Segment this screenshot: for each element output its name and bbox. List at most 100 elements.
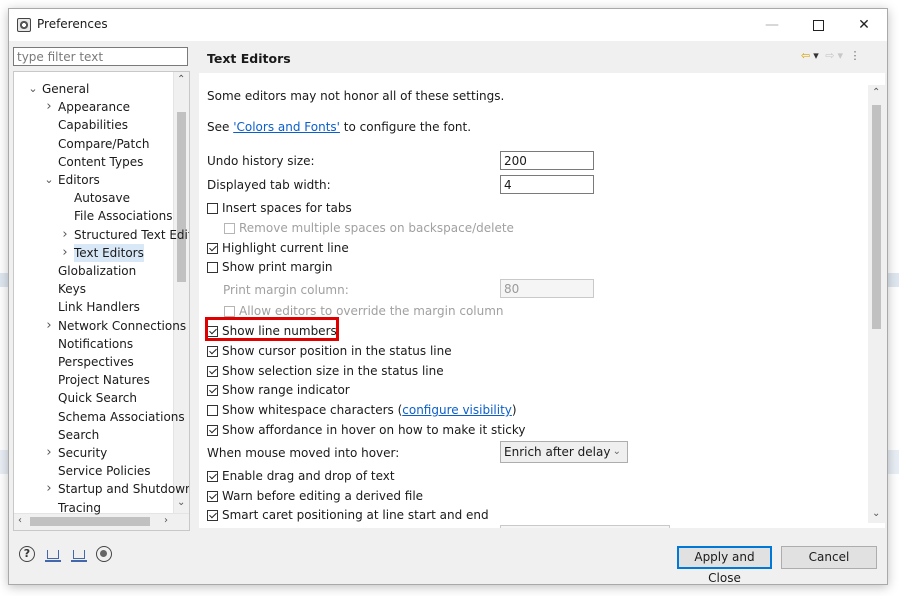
tree-item-text-editors[interactable]: › Text Editors bbox=[62, 243, 144, 262]
cancel-button[interactable]: Cancel bbox=[781, 546, 877, 569]
hover-select[interactable]: Enrich after delay ⌄ bbox=[500, 441, 628, 463]
selection-size-option[interactable]: Show selection size in the status line bbox=[207, 363, 444, 379]
tree-item-structured-text-edit[interactable]: › Structured Text Edit bbox=[62, 226, 189, 244]
tree-horizontal-scrollbar[interactable]: ‹ › bbox=[14, 513, 189, 530]
import-icon[interactable] bbox=[44, 546, 61, 562]
tree-item-editors[interactable]: ⌄ Editors bbox=[44, 171, 100, 189]
tree-item-quick-search[interactable]: Quick Search bbox=[58, 389, 137, 407]
smart-caret-option[interactable]: Smart caret positioning at line start an… bbox=[207, 507, 489, 523]
tree-item-label: Startup and Shutdown bbox=[58, 482, 190, 497]
tree-item-project-natures[interactable]: Project Natures bbox=[58, 371, 150, 389]
tree-item-autosave[interactable]: Autosave bbox=[74, 189, 130, 207]
tree-item-perspectives[interactable]: Perspectives bbox=[58, 353, 134, 371]
insert-spaces-option[interactable]: Insert spaces for tabs bbox=[207, 200, 352, 216]
forward-arrow-icon[interactable]: ⇨ bbox=[825, 49, 834, 62]
scroll-left-icon[interactable]: ‹ bbox=[18, 515, 22, 526]
highlight-line-option[interactable]: Highlight current line bbox=[207, 240, 349, 256]
highlight-line-checkbox[interactable] bbox=[207, 243, 218, 254]
close-button[interactable]: ✕ bbox=[841, 9, 887, 41]
whitespace-label-suffix: ) bbox=[511, 403, 517, 417]
tree-item-label: Security bbox=[58, 446, 108, 460]
tree-item-content-types[interactable]: Content Types bbox=[58, 153, 143, 171]
page-vertical-scrollbar[interactable]: ⌃ ⌄ bbox=[868, 85, 885, 523]
cursor-position-option[interactable]: Show cursor position in the status line bbox=[207, 343, 452, 359]
affordance-option[interactable]: Show affordance in hover on how to make … bbox=[207, 422, 526, 438]
warn-derived-checkbox[interactable] bbox=[207, 491, 218, 502]
selection-size-checkbox[interactable] bbox=[207, 366, 218, 377]
tree-item-network-connections[interactable]: › Network Connections bbox=[46, 317, 187, 335]
tree-item-label: Quick Search bbox=[58, 391, 137, 406]
smart-caret-label: Smart caret positioning at line start an… bbox=[222, 508, 489, 522]
print-margin-label: Show print margin bbox=[222, 260, 333, 274]
colors-and-fonts-link[interactable]: 'Colors and Fonts' bbox=[233, 120, 340, 134]
tree-item-label: Network Connections bbox=[58, 318, 187, 333]
page-scroll-thumb[interactable] bbox=[872, 105, 881, 329]
minimize-button[interactable]: — bbox=[749, 9, 795, 41]
drag-drop-option[interactable]: Enable drag and drop of text bbox=[207, 468, 395, 484]
warn-derived-option[interactable]: Warn before editing a derived file bbox=[207, 488, 423, 504]
tree-item-label: Editors bbox=[58, 173, 100, 187]
scroll-right-icon[interactable]: › bbox=[164, 515, 168, 526]
scroll-up-icon[interactable]: ⌃ bbox=[177, 74, 185, 85]
range-indicator-checkbox[interactable] bbox=[207, 385, 218, 396]
tree-item-keys[interactable]: Keys bbox=[58, 280, 86, 298]
tree-item-capabilities[interactable]: Capabilities bbox=[58, 116, 128, 134]
filter-input[interactable] bbox=[13, 47, 188, 66]
tree-item-search[interactable]: Search bbox=[58, 426, 99, 444]
export-icon[interactable] bbox=[70, 546, 87, 562]
tree-item-appearance[interactable]: › Appearance bbox=[46, 98, 130, 116]
tree-item-compare-patch[interactable]: Compare/Patch bbox=[58, 135, 149, 153]
scroll-down-icon[interactable]: ⌄ bbox=[872, 508, 880, 519]
remove-spaces-option: Remove multiple spaces on backspace/dele… bbox=[224, 220, 514, 236]
record-icon[interactable] bbox=[96, 546, 113, 562]
background-strip bbox=[887, 273, 899, 287]
tree-item-link-handlers[interactable]: Link Handlers bbox=[58, 298, 140, 316]
undo-history-input[interactable] bbox=[500, 151, 594, 170]
tree-item-security[interactable]: › Security bbox=[46, 444, 108, 462]
scroll-up-icon[interactable]: ⌃ bbox=[872, 87, 880, 98]
collapse-chevron-icon[interactable]: › bbox=[44, 444, 54, 462]
whitespace-checkbox[interactable] bbox=[207, 405, 218, 416]
tree-item-notifications[interactable]: Notifications bbox=[58, 335, 133, 353]
tree-item-service-policies[interactable]: Service Policies bbox=[58, 462, 151, 480]
configure-visibility-link[interactable]: configure visibility bbox=[402, 403, 512, 417]
cursor-position-checkbox[interactable] bbox=[207, 346, 218, 357]
collapse-chevron-icon[interactable]: › bbox=[44, 480, 54, 498]
tree-item-label: Search bbox=[58, 427, 100, 442]
collapse-chevron-icon[interactable]: › bbox=[44, 98, 54, 116]
tree-item-file-associations[interactable]: File Associations bbox=[74, 207, 172, 225]
whitespace-option[interactable]: Show whitespace characters (configure vi… bbox=[207, 402, 517, 418]
scroll-down-icon[interactable]: ⌄ bbox=[177, 497, 185, 508]
tree-item-label: Project Natures bbox=[58, 373, 150, 388]
back-arrow-icon[interactable]: ⇦ bbox=[801, 49, 810, 62]
expand-chevron-icon[interactable]: ⌄ bbox=[44, 171, 54, 189]
insert-spaces-checkbox[interactable] bbox=[207, 203, 218, 214]
forward-dropdown-icon[interactable]: ▾ bbox=[837, 49, 843, 62]
font-hint-suffix: to configure the font. bbox=[339, 120, 472, 134]
tree-item-tracing[interactable]: Tracing bbox=[58, 499, 101, 517]
drag-drop-checkbox[interactable] bbox=[207, 471, 218, 482]
print-margin-option[interactable]: Show print margin bbox=[207, 259, 333, 275]
apply-and-close-button[interactable]: Apply and Close bbox=[677, 546, 772, 585]
collapse-chevron-icon[interactable]: › bbox=[60, 244, 70, 262]
tree-item-startup-and-shutdown[interactable]: › Startup and Shutdown bbox=[46, 480, 190, 498]
back-dropdown-icon[interactable]: ▾ bbox=[813, 49, 819, 62]
collapse-chevron-icon[interactable]: › bbox=[44, 317, 54, 335]
tree-item-label: Text Editors bbox=[74, 245, 144, 260]
tree-item-globalization[interactable]: Globalization bbox=[58, 262, 136, 280]
tree-vertical-scrollbar[interactable]: ⌃ ⌄ bbox=[173, 72, 189, 514]
view-menu-icon[interactable]: ⋮ bbox=[850, 49, 861, 62]
smart-caret-checkbox[interactable] bbox=[207, 510, 218, 521]
maximize-button[interactable] bbox=[795, 9, 841, 41]
collapse-chevron-icon[interactable]: › bbox=[60, 226, 70, 244]
affordance-checkbox[interactable] bbox=[207, 425, 218, 436]
tab-width-input[interactable] bbox=[500, 175, 594, 194]
tree-item-general[interactable]: ⌄ General bbox=[28, 80, 89, 98]
print-margin-checkbox[interactable] bbox=[207, 262, 218, 273]
tree-item-schema-associations[interactable]: Schema Associations bbox=[58, 408, 185, 426]
expand-chevron-icon[interactable]: ⌄ bbox=[28, 80, 38, 98]
range-indicator-option[interactable]: Show range indicator bbox=[207, 382, 350, 398]
help-icon[interactable]: ? bbox=[19, 546, 35, 562]
tree-scroll-thumb[interactable] bbox=[177, 112, 186, 282]
tree-hscroll-thumb[interactable] bbox=[30, 517, 150, 526]
